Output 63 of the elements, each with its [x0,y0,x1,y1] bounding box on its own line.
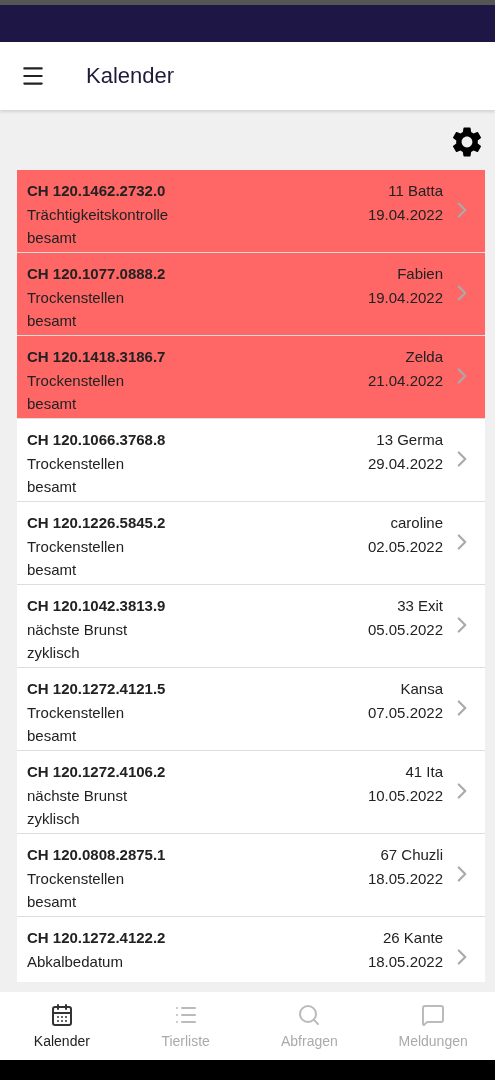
page-title: Kalender [86,63,175,89]
calendar-entry[interactable]: CH 120.1077.0888.2 Trockenstellen besamt Fabien 19.04.2022 [17,253,485,336]
animal-id: CH 120.1272.4121.5 [27,679,167,699]
calendar-entry[interactable]: CH 120.1272.4121.5 Trockenstellen besamt Kansa 07.05.2022 [17,668,485,751]
animal-name: 13 Germa [376,430,443,450]
animal-name: 67 Chuzli [380,845,443,865]
event-type: nächste Brunst [27,785,129,806]
animal-id: CH 120.1042.3813.9 [27,596,167,616]
event-date: 21.04.2022 [367,370,443,391]
animal-id: CH 120.1226.5845.2 [27,513,167,533]
calendar-entry[interactable]: CH 120.1272.4106.2 nächste Brunst zyklisch 41 Ita 10.05.2022 [17,751,485,834]
event-date: 19.04.2022 [367,204,443,225]
event-type: Trockenstellen [27,868,125,889]
event-type: Abkalbedatum [27,951,124,972]
animal-name: 11 Batta [388,181,443,201]
calendar-entry[interactable]: CH 120.1462.2732.0 Trächtigkeitskontrolle besamt 11 Batta 19.04.2022 [17,170,485,253]
status-text: besamt [27,892,78,912]
calendar-entry[interactable]: CH 120.0808.2875.1 Trockenstellen besamt 67 Chuzli 18.05.2022 [17,834,485,917]
animal-id: CH 120.1272.4122.2 [27,928,167,948]
event-date: 05.05.2022 [367,619,443,640]
event-date: 18.05.2022 [367,951,443,972]
animal-id: CH 120.1077.0888.2 [27,264,167,284]
event-date: 29.04.2022 [367,453,443,474]
animal-id: CH 120.0808.2875.1 [27,845,167,865]
animal-name: 41 Ita [405,762,443,782]
animal-name: Zelda [405,347,443,367]
animal-name: Kansa [400,679,443,699]
event-type: Trockenstellen [27,370,125,391]
status-text: besamt [27,726,78,746]
status-text: besamt [27,560,78,580]
event-date: 10.05.2022 [367,785,443,806]
animal-id: CH 120.1272.4106.2 [27,762,167,782]
status-text: zyklisch [27,809,81,829]
status-text: zyklisch [27,643,81,663]
animal-id: CH 120.1462.2732.0 [27,181,167,201]
event-type: Trockenstellen [27,287,125,308]
animal-id: CH 120.1066.3768.8 [27,430,167,450]
status-text: besamt [27,311,78,331]
event-date: 02.05.2022 [367,536,443,557]
calendar-entry[interactable]: CH 120.1042.3813.9 nächste Brunst zyklisch 33 Exit 05.05.2022 [17,585,485,668]
search-icon [297,1003,322,1027]
event-type: Trockenstellen [27,453,125,474]
event-type: nächste Brunst [27,619,129,640]
calendar-entry[interactable]: CH 120.1418.3186.7 Trockenstellen besamt Zelda 21.04.2022 [17,336,485,419]
event-type: Trockenstellen [27,536,125,557]
animal-id: CH 120.1418.3186.7 [27,347,167,367]
status-text: besamt [27,228,78,248]
event-date: 07.05.2022 [367,702,443,723]
status-text: besamt [27,394,78,414]
calendar-entry[interactable]: CH 120.1066.3768.8 Trockenstellen besamt 13 Germa 29.04.2022 [17,419,485,502]
animal-name: Fabien [397,264,443,284]
event-type: Trächtigkeitskontrolle [27,204,170,225]
animal-name: 26 Kante [382,928,443,948]
event-date: 19.04.2022 [367,287,443,308]
event-date: 18.05.2022 [367,868,443,889]
calendar-entry[interactable]: CH 120.1272.4122.2 Abkalbedatum 26 Kante 18.05.2022 [17,917,485,982]
event-type: Trockenstellen [27,702,125,723]
message-icon [421,1003,446,1027]
status-text: besamt [27,477,78,497]
animal-name: 33 Exit [397,596,443,616]
calendar-entry[interactable]: CH 120.1226.5845.2 Trockenstellen besamt caroline 02.05.2022 [17,502,485,585]
calendar-icon [49,1003,74,1027]
animal-name: caroline [390,513,443,533]
